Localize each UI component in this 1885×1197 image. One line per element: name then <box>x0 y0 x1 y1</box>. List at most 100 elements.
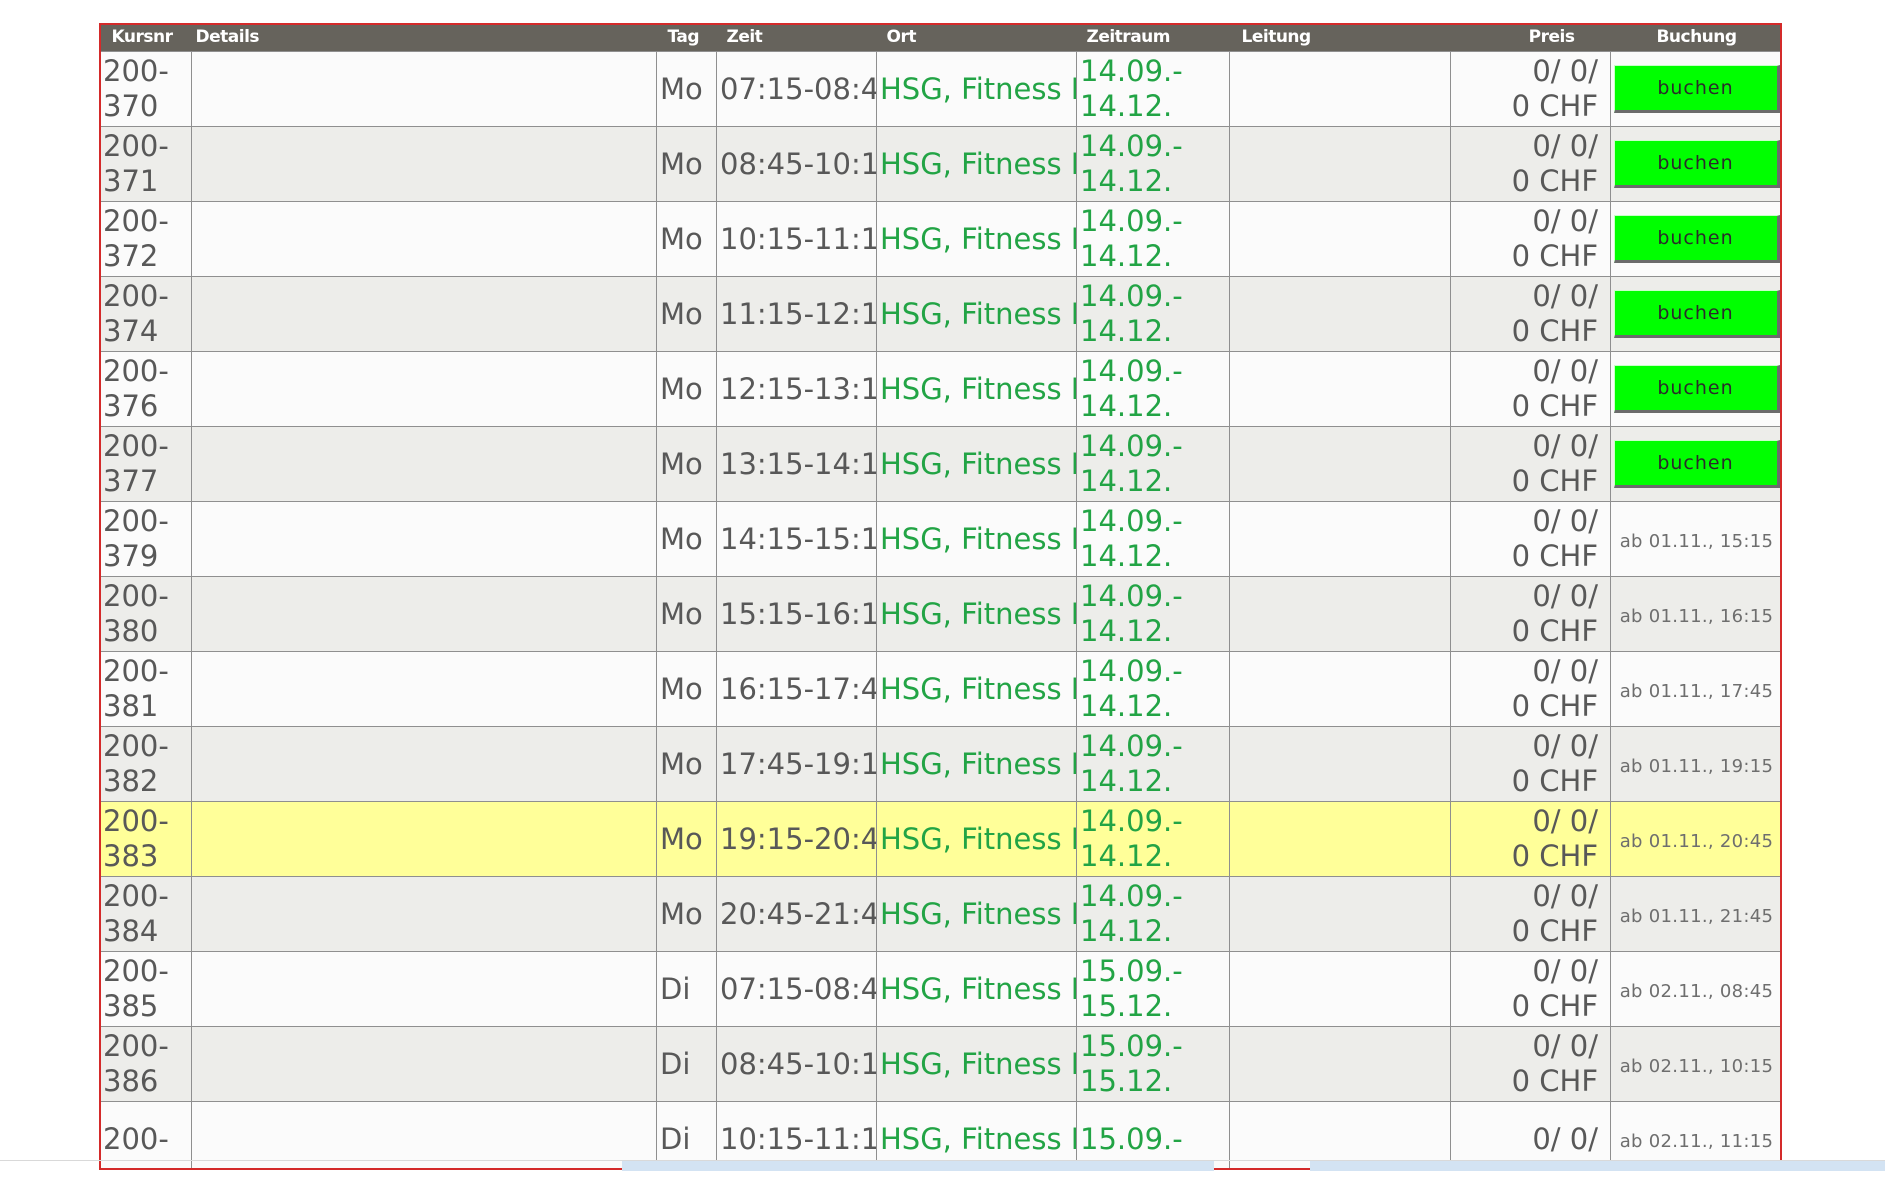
table-row[interactable]: 200-371 Mo08:45-10:15HSG, Fitness I14.09.… <box>101 126 1780 202</box>
table-row[interactable]: 200-385 Di07:15-08:45HSG, Fitness I15.09.… <box>101 951 1780 1027</box>
period-start: 14.09.- <box>1080 279 1183 313</box>
course-time: 15:15-16:15 <box>716 576 877 652</box>
col-header-ort[interactable]: Ort <box>876 25 1077 52</box>
price-amount: 0 CHF <box>1511 164 1598 198</box>
course-location-link[interactable]: HSG, Fitness I <box>876 276 1077 352</box>
table-row[interactable]: 200-379 Mo14:15-15:15HSG, Fitness I14.09.… <box>101 501 1780 577</box>
course-number-prefix: 200- <box>103 729 169 763</box>
period-start: 14.09.- <box>1080 804 1183 838</box>
course-details <box>191 276 657 352</box>
price-amount: 0 CHF <box>1511 914 1598 948</box>
course-time: 16:15-17:45 <box>716 651 877 727</box>
book-button[interactable]: buchen <box>1613 140 1780 188</box>
book-button[interactable]: buchen <box>1613 65 1780 113</box>
course-price: 0/ 0/0 CHF <box>1450 201 1611 277</box>
col-header-leitung[interactable]: Leitung <box>1229 25 1451 52</box>
col-header-preis[interactable]: Preis <box>1450 25 1611 52</box>
course-details <box>191 201 657 277</box>
col-header-zeitraum[interactable]: Zeitraum <box>1076 25 1230 52</box>
course-number-suffix: 371 <box>103 164 159 198</box>
period-end: 14.12. <box>1080 839 1173 873</box>
period-end: 14.12. <box>1080 314 1173 348</box>
course-time: 08:45-10:15 <box>716 1026 877 1102</box>
table-row[interactable]: 200-384 Mo20:45-21:45HSG, Fitness I14.09.… <box>101 876 1780 952</box>
table-row[interactable]: 200-383 Mo19:15-20:45HSG, Fitness I14.09.… <box>101 801 1780 877</box>
course-time: 17:45-19:15 <box>716 726 877 802</box>
course-leader <box>1229 876 1451 952</box>
course-price: 0/ 0/0 CHF <box>1450 426 1611 502</box>
col-header-tag[interactable]: Tag <box>656 25 717 52</box>
book-button[interactable]: buchen <box>1613 290 1780 338</box>
course-location-link[interactable]: HSG, Fitness I <box>876 951 1077 1027</box>
booking-cell: ab 01.11., 21:45 <box>1610 876 1780 952</box>
period-end: 15.12. <box>1080 1064 1173 1098</box>
course-time: 10:15-11:15 <box>716 201 877 277</box>
course-number-suffix: 376 <box>103 389 159 423</box>
table-row[interactable]: 200-372 Mo10:15-11:15HSG, Fitness I14.09.… <box>101 201 1780 277</box>
table-row[interactable]: 200-386 Di08:45-10:15HSG, Fitness I15.09.… <box>101 1026 1780 1102</box>
course-location-link[interactable]: HSG, Fitness I <box>876 651 1077 727</box>
course-period: 14.09.- 14.12. <box>1076 576 1230 652</box>
course-location-link[interactable]: HSG, Fitness I <box>876 501 1077 577</box>
price-amount: 0 CHF <box>1511 239 1598 273</box>
booking-opens-note: ab 02.11., 11:15 <box>1619 1130 1774 1152</box>
course-time: 20:45-21:45 <box>716 876 877 952</box>
table-row[interactable]: 200-370 Mo07:15-08:45HSG, Fitness I14.09.… <box>101 51 1780 127</box>
course-location-link[interactable]: HSG, Fitness I <box>876 201 1077 277</box>
col-header-buchung[interactable]: Buchung <box>1610 25 1780 52</box>
course-day: Di <box>656 1026 717 1102</box>
course-day: Mo <box>656 651 717 727</box>
course-period: 14.09.- 14.12. <box>1076 801 1230 877</box>
price-amount: 0 CHF <box>1511 314 1598 348</box>
period-start: 15.09.- <box>1080 954 1183 988</box>
course-number-suffix: 383 <box>103 839 159 873</box>
period-end: 14.12. <box>1080 689 1173 723</box>
course-price: 0/ 0/0 CHF <box>1450 651 1611 727</box>
col-header-kursnr[interactable]: Kursnr <box>101 25 192 52</box>
price-tiers: 0/ 0/ <box>1532 1121 1598 1156</box>
table-row[interactable]: 200-382 Mo17:45-19:15HSG, Fitness I14.09.… <box>101 726 1780 802</box>
course-location-link[interactable]: HSG, Fitness I <box>876 1026 1077 1102</box>
table-row[interactable]: 200-377 Mo13:15-14:15HSG, Fitness I14.09.… <box>101 426 1780 502</box>
table-row[interactable]: 200-380 Mo15:15-16:15HSG, Fitness I14.09.… <box>101 576 1780 652</box>
course-number-suffix: 381 <box>103 689 159 723</box>
course-location-link[interactable]: HSG, Fitness I <box>876 126 1077 202</box>
course-number: 200- 374 <box>101 276 192 352</box>
course-location-link[interactable]: HSG, Fitness I <box>876 576 1077 652</box>
course-number-prefix: 200- <box>103 504 169 538</box>
table-row[interactable]: 200-374 Mo11:15-12:15HSG, Fitness I14.09.… <box>101 276 1780 352</box>
course-details <box>191 1026 657 1102</box>
course-day: Mo <box>656 576 717 652</box>
course-time: 07:15-08:45 <box>716 51 877 127</box>
course-day: Mo <box>656 726 717 802</box>
table-row[interactable]: 200-381 Mo16:15-17:45HSG, Fitness I14.09.… <box>101 651 1780 727</box>
course-location-link[interactable]: HSG, Fitness I <box>876 51 1077 127</box>
price-tiers: 0/ 0/ <box>1532 129 1598 163</box>
course-location-link[interactable]: HSG, Fitness I <box>876 426 1077 502</box>
course-location-link[interactable]: HSG, Fitness I <box>876 801 1077 877</box>
course-number-prefix: 200- <box>103 954 169 988</box>
course-time: 11:15-12:15 <box>716 276 877 352</box>
period-start: 14.09.- <box>1080 879 1183 913</box>
book-button[interactable]: buchen <box>1613 365 1780 413</box>
period-start: 14.09.- <box>1080 579 1183 613</box>
book-button[interactable]: buchen <box>1613 440 1780 488</box>
course-location-link[interactable]: HSG, Fitness I <box>876 726 1077 802</box>
price-amount: 0 CHF <box>1511 614 1598 648</box>
course-location-link[interactable]: HSG, Fitness I <box>876 876 1077 952</box>
course-leader <box>1229 801 1451 877</box>
table-row[interactable]: 200-376 Mo12:15-13:15HSG, Fitness I14.09.… <box>101 351 1780 427</box>
book-button[interactable]: buchen <box>1613 215 1780 263</box>
col-header-details[interactable]: Details <box>191 25 657 52</box>
course-number-prefix: 200- <box>103 804 169 838</box>
course-time: 13:15-14:15 <box>716 426 877 502</box>
course-location-link[interactable]: HSG, Fitness I <box>876 351 1077 427</box>
horizontal-scrollbar-thumb-secondary[interactable] <box>1310 1161 1885 1171</box>
course-period: 14.09.- 14.12. <box>1076 51 1230 127</box>
booking-opens-note: ab 01.11., 21:45 <box>1619 905 1774 927</box>
course-number-prefix: 200- <box>103 204 169 238</box>
col-header-zeit[interactable]: Zeit <box>716 25 877 52</box>
price-tiers: 0/ 0/ <box>1532 354 1598 388</box>
booking-cell: buchen <box>1610 51 1780 127</box>
horizontal-scrollbar-thumb[interactable] <box>622 1161 1214 1171</box>
